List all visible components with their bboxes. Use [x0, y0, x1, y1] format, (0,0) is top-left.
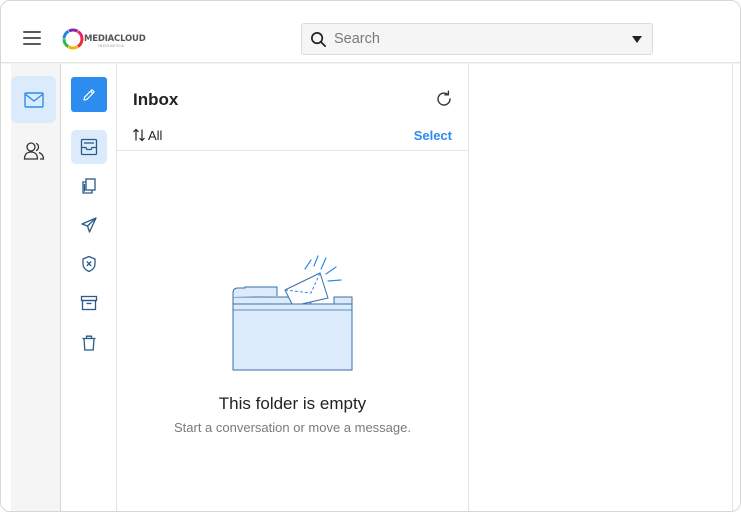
rail-item-mail[interactable] [11, 76, 56, 123]
refresh-icon[interactable] [435, 90, 453, 108]
hamburger-menu-icon[interactable] [23, 31, 41, 45]
compose-button[interactable] [71, 77, 107, 112]
window-right-edge [732, 64, 740, 511]
folder-trash[interactable] [71, 326, 107, 360]
rail-item-contacts[interactable] [11, 127, 56, 174]
mail-icon [23, 91, 44, 108]
logo-ring-icon [62, 28, 84, 50]
sort-filter-toggle[interactable]: All [132, 127, 162, 143]
top-bar: MEDIACLOUD INDONESIA [1, 1, 740, 63]
app-logo[interactable]: MEDIACLOUD INDONESIA [60, 26, 146, 52]
logo-wordmark: MEDIACLOUD [84, 34, 146, 44]
page-title: Inbox [133, 90, 179, 109]
empty-state-subtitle: Start a conversation or move a message. [173, 420, 411, 435]
folder-sent[interactable] [71, 208, 107, 242]
search-icon[interactable] [310, 31, 327, 48]
search-options-dropdown-icon[interactable] [632, 36, 642, 43]
shield-x-icon [82, 255, 96, 273]
empty-folder-illustration [232, 255, 353, 371]
search-bar [301, 23, 653, 55]
app-window: MEDIACLOUD INDONESIA Search Inbox All Se… [0, 0, 741, 512]
trash-icon [82, 335, 96, 351]
select-button[interactable]: Select [414, 128, 452, 143]
contacts-icon [23, 141, 44, 160]
folder-column [61, 64, 117, 511]
logo-subtext: INDONESIA [98, 44, 125, 48]
copy-icon [82, 178, 96, 194]
inbox-icon [80, 138, 98, 156]
send-icon [81, 217, 97, 233]
divider [117, 150, 468, 151]
sort-filter-label: All [148, 127, 163, 143]
folder-drafts[interactable] [71, 169, 107, 203]
folder-spam[interactable] [71, 247, 107, 281]
rail-edge [1, 64, 11, 511]
folder-archive[interactable] [71, 286, 107, 320]
folder-inbox[interactable] [71, 130, 107, 164]
empty-state-title: This folder is empty [218, 394, 367, 413]
sort-arrows-icon [133, 128, 145, 142]
message-list-pane: Inbox All Select This folder is empty St… [117, 64, 469, 511]
pencil-icon [83, 88, 95, 101]
reading-pane [469, 64, 732, 511]
search-input[interactable] [334, 24, 624, 54]
archive-icon [80, 295, 98, 311]
